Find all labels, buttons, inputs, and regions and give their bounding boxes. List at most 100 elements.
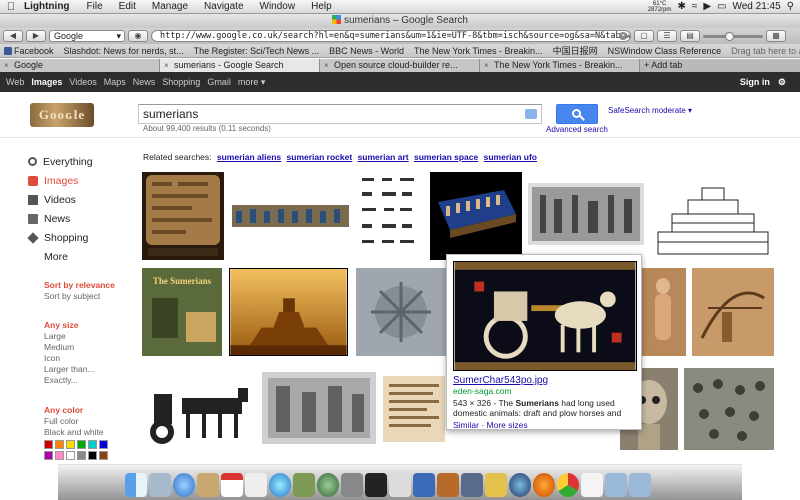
close-icon[interactable]: × [164,59,169,72]
sign-in-link[interactable]: Sign in [740,77,770,87]
search-input[interactable]: sumerians [138,104,542,124]
gbar-news[interactable]: News [133,77,156,87]
bookmark-slashdot[interactable]: Slashdot: News for nerds, st... [64,46,184,56]
clock[interactable]: Wed 21:45 [732,1,780,12]
size-medium[interactable]: Medium [44,342,95,353]
bookmark-nswindow[interactable]: NSWindow Class Reference [608,46,722,56]
size-any[interactable]: Any size [44,320,95,331]
battery-icon[interactable]: ▭ [717,1,726,12]
gbar-gmail[interactable]: Gmail [207,77,231,87]
finder-icon[interactable] [125,473,147,497]
instruments-icon[interactable] [461,473,483,497]
gear-icon[interactable]: ⚙ [778,77,786,88]
related-link[interactable]: sumerian art [358,152,409,162]
app-menu[interactable]: Lightning [22,1,79,12]
similar-link[interactable]: Similar [453,420,479,430]
nav-everything[interactable]: Everything [28,152,138,171]
color-bw[interactable]: Black and white [44,427,108,438]
google-doodle-logo[interactable]: Gooɢle [30,103,94,127]
menu-manage[interactable]: Manage [144,1,196,12]
image-result[interactable] [142,368,254,450]
firefox-icon[interactable] [533,473,555,497]
close-icon[interactable]: × [484,59,489,72]
terminal-icon[interactable] [365,473,387,497]
stop-icon[interactable]: × [619,32,627,40]
gbar-videos[interactable]: Videos [69,77,96,87]
image-result[interactable] [684,368,774,450]
tab-google[interactable]: × Google [0,59,160,72]
globe-icon[interactable] [509,473,531,497]
size-larger-than[interactable]: Larger than... [44,364,95,375]
bluetooth-icon[interactable]: ✱ [677,1,685,12]
time-machine-icon[interactable] [317,473,339,497]
image-result[interactable] [383,376,445,442]
nav-news[interactable]: News [28,209,138,228]
calendar-icon[interactable] [221,473,243,497]
trash-icon[interactable] [653,473,675,497]
tab-overview-button[interactable]: ▦ [766,30,786,42]
chrome-icon[interactable] [557,473,579,497]
color-swatch[interactable] [77,451,86,460]
preview-icon[interactable] [149,473,171,497]
color-swatch[interactable] [99,440,108,449]
zoom-slider-handle[interactable] [725,31,734,41]
sort-relevance[interactable]: Sort by relevance [44,280,115,291]
hover-preview-image[interactable] [453,261,637,371]
related-link[interactable]: sumerian ufo [484,152,537,162]
search-button[interactable] [556,104,598,124]
image-result[interactable] [692,268,774,356]
network-icon[interactable] [437,473,459,497]
tab-sumerians[interactable]: × sumerians - Google Search [160,59,320,72]
address-bar[interactable]: http://www.google.co.uk/search?hl=en&q=s… [151,30,631,42]
image-result[interactable] [229,268,348,356]
more-sizes-link[interactable]: More sizes [487,420,528,430]
image-result[interactable] [652,176,774,260]
wifi-icon[interactable]: ≈ [692,1,698,12]
reader-button[interactable]: ▢ [634,30,654,42]
contacts-icon[interactable] [197,473,219,497]
menu-navigate[interactable]: Navigate [196,1,251,12]
downloads-folder-icon[interactable] [629,473,651,497]
tab-nyt[interactable]: × The New York Times - Breakin... [480,59,640,72]
color-swatch[interactable] [99,451,108,460]
gbar-web[interactable]: Web [6,77,24,87]
size-large[interactable]: Large [44,331,95,342]
bookmark-register[interactable]: The Register: Sci/Tech News ... [194,46,320,56]
search-engine-select[interactable]: Google ▾ [49,30,125,42]
sort-subject[interactable]: Sort by subject [44,291,115,302]
image-result[interactable] [232,205,349,227]
gbar-maps[interactable]: Maps [104,77,126,87]
gbar-shopping[interactable]: Shopping [162,77,200,87]
image-result[interactable] [356,172,424,260]
menu-help[interactable]: Help [303,1,340,12]
gbar-images[interactable]: Images [31,77,62,87]
site-icon-button[interactable]: ◉ [128,30,148,42]
close-icon[interactable]: × [4,59,9,72]
bookmark-bbc[interactable]: BBC News - World [329,46,404,56]
bookmarks-menu-button[interactable]: ☰ [657,30,677,42]
color-swatch[interactable] [44,451,53,460]
color-swatch[interactable] [66,451,75,460]
color-swatch[interactable] [66,440,75,449]
related-link[interactable]: sumerian aliens [217,152,281,162]
image-result[interactable] [356,268,446,356]
color-swatch[interactable] [55,451,64,460]
color-swatch[interactable] [88,451,97,460]
nav-more[interactable]: More [28,247,138,266]
textedit-icon[interactable] [581,473,603,497]
bookmark-facebook[interactable]: Facebook [4,46,54,56]
safari-icon[interactable] [173,473,195,497]
sidebar-button[interactable]: ▤ [680,30,700,42]
menu-edit[interactable]: Edit [111,1,144,12]
color-any[interactable]: Any color [44,405,108,416]
tab-open-source[interactable]: × Open source cloud-builder re... [320,59,480,72]
hover-filename[interactable]: SumerChar543po.jpg [453,375,635,386]
bookmark-nyt[interactable]: The New York Times - Breakin... [414,46,543,56]
volume-icon[interactable]: ▶ [703,1,711,12]
back-button[interactable]: ◀ [3,30,23,42]
image-result[interactable] [142,172,224,260]
menu-file[interactable]: File [79,1,111,12]
image-result[interactable]: The Sumerians [142,268,222,356]
image-hover-card[interactable]: SumerChar543po.jpg eden-saga.com 543 × 3… [446,254,642,430]
camera-icon[interactable] [525,109,537,119]
